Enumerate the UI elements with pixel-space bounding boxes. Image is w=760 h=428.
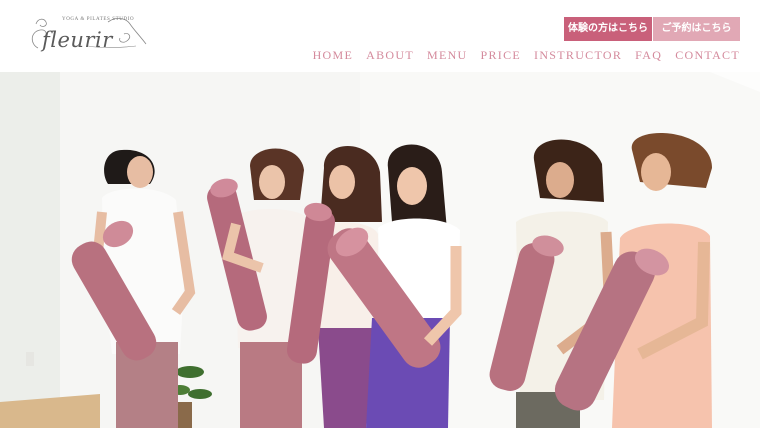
nav-contact[interactable]: CONTACT (675, 48, 740, 63)
nav-home[interactable]: HOME (313, 48, 354, 63)
trial-button[interactable]: 体験の方はこちら (564, 17, 652, 41)
logo-name: fleurir (42, 28, 113, 52)
reserve-button[interactable]: ご予約はこちら (653, 17, 740, 41)
nav-faq[interactable]: FAQ (635, 48, 662, 63)
studio-logo[interactable]: YOGA & PILATES STUDIO fleurir (28, 14, 150, 58)
hero-image (0, 72, 760, 428)
nav-menu[interactable]: MENU (427, 48, 468, 63)
nav-about[interactable]: ABOUT (366, 48, 414, 63)
site-header: YOGA & PILATES STUDIO fleurir 体験の方はこちら ご… (0, 0, 760, 72)
nav-price[interactable]: PRICE (481, 48, 522, 63)
logo-tagline: YOGA & PILATES STUDIO (62, 17, 135, 22)
instructors-photo (0, 72, 760, 428)
main-nav: HOME ABOUT MENU PRICE INSTRUCTOR FAQ CON… (300, 48, 740, 63)
nav-instructor[interactable]: INSTRUCTOR (534, 48, 622, 63)
